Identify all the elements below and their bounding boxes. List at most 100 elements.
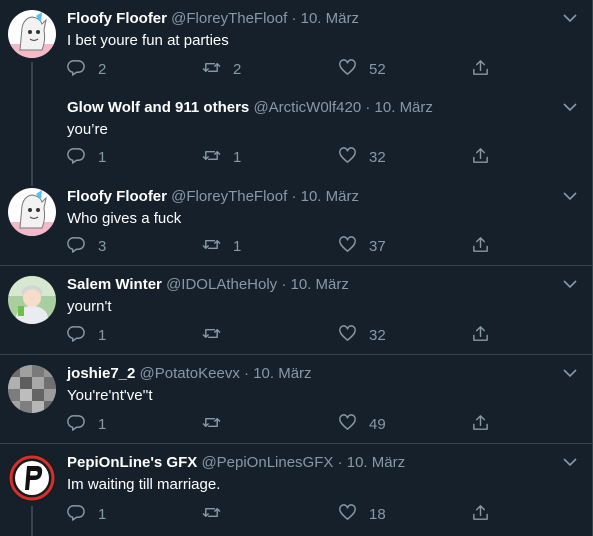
like-button[interactable]: 32 bbox=[338, 324, 386, 347]
tweet-actions: 2 2 52 bbox=[67, 58, 567, 79]
retweet-icon bbox=[202, 324, 221, 347]
reply-button[interactable]: 1 bbox=[67, 414, 106, 434]
like-button[interactable]: 52 bbox=[338, 58, 386, 79]
like-button[interactable]: 37 bbox=[338, 235, 386, 256]
user-handle[interactable]: @FloreyTheFloof bbox=[171, 188, 287, 205]
tweet-date[interactable]: 10. März bbox=[291, 276, 349, 293]
like-button[interactable]: 32 bbox=[338, 146, 386, 167]
user-handle[interactable]: @PotatoKeevx bbox=[140, 365, 240, 382]
floof-avatar-image bbox=[8, 10, 56, 58]
reply-count: 2 bbox=[98, 60, 107, 78]
share-button[interactable] bbox=[471, 147, 490, 167]
tweet-actions: 1 49 bbox=[67, 413, 567, 434]
retweet-count: 2 bbox=[233, 60, 242, 78]
retweet-button[interactable] bbox=[202, 325, 233, 345]
tweet-date[interactable]: 10. März bbox=[375, 99, 433, 116]
avatar[interactable] bbox=[8, 10, 56, 58]
chevron-down-icon[interactable] bbox=[562, 99, 578, 115]
tweet-actions: 3 1 37 bbox=[67, 235, 567, 256]
tweet-date[interactable]: 10. März bbox=[347, 454, 405, 471]
joshie-avatar-image bbox=[8, 365, 56, 413]
tweet-header: joshie7_2 @PotatoKeevx · 10. März bbox=[67, 365, 312, 383]
retweet-icon bbox=[202, 413, 221, 436]
avatar[interactable] bbox=[8, 276, 56, 324]
tweet-text: I bet youre fun at parties bbox=[67, 32, 229, 49]
share-icon bbox=[471, 235, 490, 258]
tweet[interactable]: Glow Wolf and 911 others @ArcticW0lf420 … bbox=[0, 89, 592, 178]
share-button[interactable] bbox=[471, 414, 490, 434]
thread-line bbox=[31, 506, 33, 536]
tweet[interactable]: Floofy Floofer @FloreyTheFloof · 10. Mär… bbox=[0, 0, 592, 89]
like-count: 32 bbox=[369, 326, 386, 344]
reply-button[interactable]: 1 bbox=[67, 504, 106, 524]
retweet-icon bbox=[202, 235, 221, 258]
like-button[interactable]: 18 bbox=[338, 503, 386, 524]
avatar[interactable] bbox=[8, 188, 56, 236]
share-icon bbox=[471, 146, 490, 169]
retweet-icon bbox=[202, 146, 221, 169]
reply-icon bbox=[67, 235, 86, 258]
like-count: 52 bbox=[369, 60, 386, 78]
display-name[interactable]: PepiOnLine's GFX bbox=[67, 454, 197, 471]
like-count: 32 bbox=[369, 148, 386, 166]
chevron-down-icon[interactable] bbox=[562, 365, 578, 381]
reply-count: 3 bbox=[98, 237, 107, 255]
tweet[interactable]: PepiOnLine's GFX @PepiOnLinesGFX · 10. M… bbox=[0, 444, 592, 536]
avatar[interactable] bbox=[8, 454, 56, 502]
retweet-button[interactable] bbox=[202, 504, 233, 524]
share-icon bbox=[471, 503, 490, 526]
share-button[interactable] bbox=[471, 325, 490, 345]
user-handle[interactable]: @FloreyTheFloof bbox=[171, 10, 287, 27]
retweet-icon bbox=[202, 503, 221, 526]
display-name[interactable]: Floofy Floofer bbox=[67, 10, 167, 27]
retweet-button[interactable]: 1 bbox=[202, 147, 241, 167]
separator-dot: · bbox=[291, 10, 297, 27]
chevron-down-icon[interactable] bbox=[562, 276, 578, 292]
user-handle[interactable]: @PepiOnLinesGFX bbox=[201, 454, 333, 471]
retweet-count: 1 bbox=[233, 237, 242, 255]
reply-button[interactable]: 1 bbox=[67, 147, 106, 167]
pepi-logo-avatar bbox=[8, 454, 56, 502]
display-name[interactable]: Salem Winter bbox=[67, 276, 162, 293]
display-name[interactable]: joshie7_2 bbox=[67, 365, 135, 382]
reply-icon bbox=[67, 503, 86, 526]
tweet[interactable]: Floofy Floofer @FloreyTheFloof · 10. Mär… bbox=[0, 178, 592, 266]
share-button[interactable] bbox=[471, 59, 490, 79]
like-button[interactable]: 49 bbox=[338, 413, 386, 434]
tweet-date[interactable]: 10. März bbox=[253, 365, 311, 382]
tweet-actions: 1 32 bbox=[67, 324, 567, 347]
tweet-header: PepiOnLine's GFX @PepiOnLinesGFX · 10. M… bbox=[67, 454, 405, 472]
separator-dot: · bbox=[281, 276, 287, 293]
display-name[interactable]: Glow Wolf and 911 others bbox=[67, 99, 249, 116]
user-handle[interactable]: @ArcticW0lf420 bbox=[253, 99, 361, 116]
reply-count: 1 bbox=[98, 505, 107, 523]
share-button[interactable] bbox=[471, 504, 490, 524]
share-icon bbox=[471, 324, 490, 347]
tweet[interactable]: Salem Winter @IDOLAtheHoly · 10. März yo… bbox=[0, 266, 592, 355]
reply-button[interactable]: 1 bbox=[67, 325, 106, 345]
tweet-date[interactable]: 10. März bbox=[301, 188, 359, 205]
tweet[interactable]: joshie7_2 @PotatoKeevx · 10. März You're… bbox=[0, 355, 592, 444]
user-handle[interactable]: @IDOLAtheHoly bbox=[166, 276, 277, 293]
share-icon bbox=[471, 413, 490, 436]
heart-icon bbox=[338, 324, 357, 347]
chevron-down-icon[interactable] bbox=[562, 454, 578, 470]
retweet-button[interactable]: 2 bbox=[202, 59, 241, 79]
tweet-header: Floofy Floofer @FloreyTheFloof · 10. Mär… bbox=[67, 188, 359, 206]
reply-button[interactable]: 3 bbox=[67, 236, 106, 256]
retweet-button[interactable] bbox=[202, 414, 233, 434]
reply-icon bbox=[67, 324, 86, 347]
tweet-header: Glow Wolf and 911 others @ArcticW0lf420 … bbox=[67, 99, 433, 117]
reply-count: 1 bbox=[98, 148, 107, 166]
display-name[interactable]: Floofy Floofer bbox=[67, 188, 167, 205]
reply-button[interactable]: 2 bbox=[67, 59, 106, 79]
share-button[interactable] bbox=[471, 236, 490, 256]
tweet-text: you’re bbox=[67, 121, 108, 138]
chevron-down-icon[interactable] bbox=[562, 188, 578, 204]
avatar[interactable] bbox=[8, 365, 56, 413]
tweet-actions: 1 18 bbox=[67, 503, 567, 524]
tweet-date[interactable]: 10. März bbox=[301, 10, 359, 27]
thread-line bbox=[31, 178, 33, 186]
chevron-down-icon[interactable] bbox=[562, 10, 578, 26]
retweet-button[interactable]: 1 bbox=[202, 236, 241, 256]
